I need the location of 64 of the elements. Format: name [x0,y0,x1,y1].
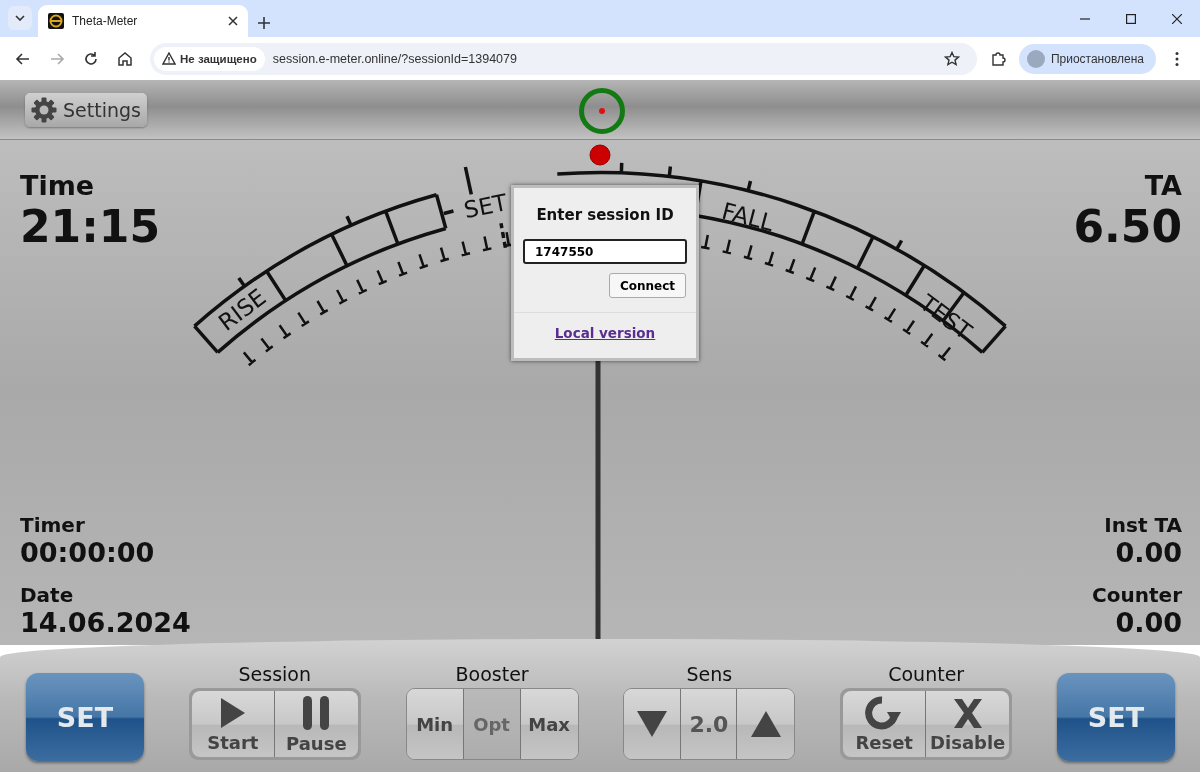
url-text: session.e-meter.online/?sessionId=1394079 [272,51,518,66]
reset-arrow-icon [865,695,904,730]
group-title: Sens [686,663,733,685]
set-button[interactable]: SET [26,673,144,761]
address-bar[interactable]: Не защищено session.e-meter.online/?sessionId=1394079 [150,42,977,75]
new-tab-button[interactable] [258,17,270,29]
favicon-icon [48,13,64,29]
menu-icon [1175,50,1179,67]
gear-icon [31,96,57,123]
inst-ta-label: Inst TA [1103,513,1182,537]
group-title: Booster [455,663,529,685]
session-button[interactable]: Start [191,691,275,757]
home-icon [117,50,133,67]
local-version-link[interactable]: Local version [554,325,656,341]
timer-value: 00:00:00 [20,537,156,569]
time-value: 21:15 [20,201,162,253]
counter-value: 0.00 [1114,607,1182,639]
maximize-icon [1126,13,1136,24]
ta-value: 6.50 [1073,201,1182,253]
warning-icon [162,52,176,65]
tab-list-button[interactable] [8,6,32,30]
dialog-title: Enter session ID [536,206,674,224]
counter-label: Counter [1092,583,1182,607]
connect-button[interactable]: Connect [608,273,686,298]
pause-icon [301,694,332,731]
group-title: Counter [888,663,965,685]
ta-label: TA [1143,170,1182,201]
star-icon [943,50,960,67]
plus-icon [258,17,270,29]
date-label: Date [20,583,75,607]
security-indicator[interactable]: Не защищено [154,46,265,71]
timer-label: Timer [20,513,86,537]
counter-button[interactable]: Disable [926,691,1010,757]
back-icon [15,50,31,67]
status-ring-icon [579,88,625,134]
inst-ta-value: 0.00 [1114,537,1182,569]
time-label: Time [20,170,96,201]
up-triangle-icon [750,711,781,737]
sens-value: 2.0 [681,689,738,759]
booster-option[interactable]: Max [520,689,578,759]
chevron-down-icon [15,15,25,21]
needle-pivot-dot [589,144,611,166]
browser-tab[interactable]: Theta-Meter [38,5,248,37]
group-title: Session [238,663,312,685]
scale-label: SET [461,189,510,224]
date-value: 14.06.2024 [20,607,191,639]
down-triangle-icon [637,711,668,737]
avatar-icon [1026,49,1045,68]
decrease-button[interactable] [624,689,682,759]
set-button[interactable]: SET [1057,673,1175,761]
session-id-field[interactable]: 1747550 [523,239,687,264]
counter-button[interactable]: Reset [843,691,927,757]
close-icon [1172,13,1182,24]
profile-button[interactable]: Приостановлена [1018,43,1156,74]
increase-button[interactable] [737,689,795,759]
close-icon [228,16,238,26]
booster-option[interactable]: Min [406,689,464,759]
settings-button[interactable]: Settings [25,92,147,127]
reload-icon [83,50,99,67]
forward-icon [49,50,65,67]
close-tab-button[interactable] [228,16,238,26]
scale-label: FALL [719,197,777,237]
puzzle-icon [989,50,1006,67]
session-button[interactable]: Pause [274,691,358,757]
